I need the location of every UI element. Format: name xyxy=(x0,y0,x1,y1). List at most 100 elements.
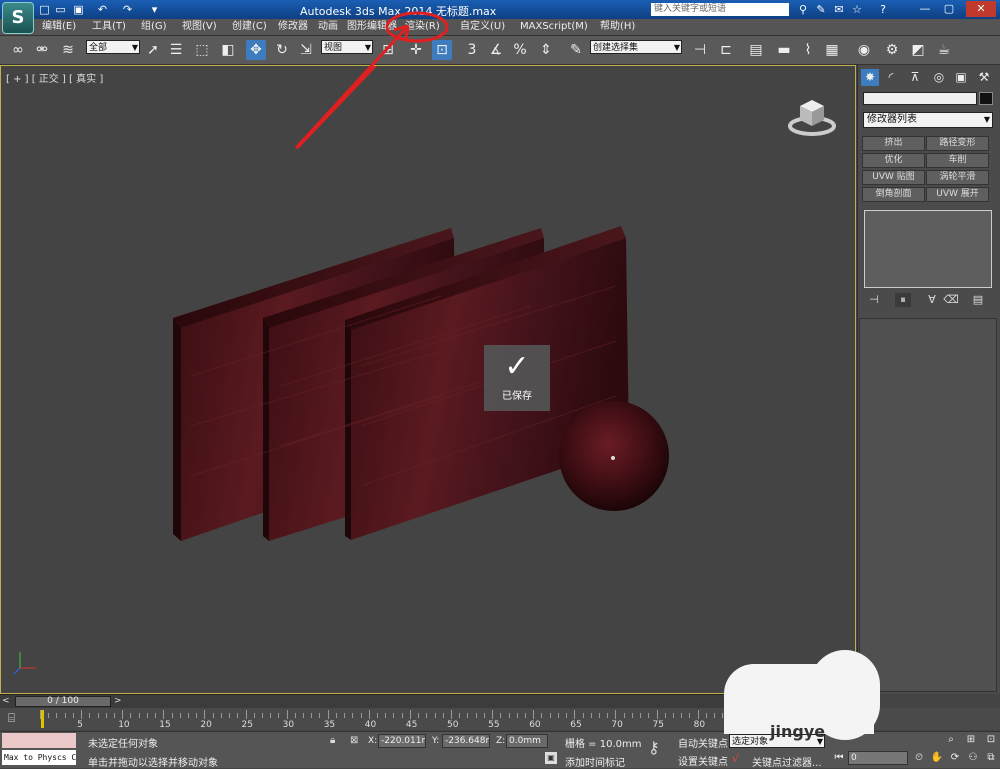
mini-curve-editor-icon[interactable]: ⌸ xyxy=(8,711,15,726)
motion-tab-icon[interactable]: ◎ xyxy=(930,69,948,86)
time-cursor[interactable] xyxy=(41,710,44,728)
configure-modifier-sets-icon[interactable]: ▤ xyxy=(970,293,986,307)
subscription-icon[interactable]: ✎ xyxy=(814,3,828,16)
select-by-name-icon[interactable]: ☰ xyxy=(166,40,186,60)
selection-filter-dropdown[interactable]: 全部 ▼ xyxy=(86,40,140,54)
app-logo-icon[interactable]: S xyxy=(2,2,34,34)
graphite-ribbon-icon[interactable]: ▬ xyxy=(774,40,794,60)
rendered-frame-window-icon[interactable]: ◩ xyxy=(908,40,928,60)
redo-icon[interactable]: ↷ xyxy=(121,3,134,16)
modifier-path-deform-button[interactable]: 路径变形 xyxy=(926,136,989,151)
binoculars-icon[interactable]: ⚲ xyxy=(796,3,810,16)
edit-named-selection-icon[interactable]: ✎ xyxy=(566,40,586,60)
render-teapot-icon[interactable]: ☕ xyxy=(934,40,954,60)
angle-snap-icon[interactable]: ∡ xyxy=(486,40,506,60)
help-icon[interactable]: ? xyxy=(876,3,890,16)
orbit-icon[interactable]: ⟳ xyxy=(948,751,962,765)
transform-mode-icon[interactable]: ⊠ xyxy=(350,735,358,746)
named-selection-dropdown[interactable]: 创建选择集 ▼ xyxy=(590,40,682,54)
add-time-tag-icon[interactable]: ▣ xyxy=(545,752,557,764)
wood-sphere[interactable] xyxy=(559,401,669,511)
snaps-toggle-icon[interactable]: 3 xyxy=(462,40,482,60)
new-file-icon[interactable]: □ xyxy=(38,3,51,16)
pin-stack-icon[interactable]: ⊣ xyxy=(866,293,882,307)
menu-group[interactable]: 组(G) xyxy=(141,19,167,35)
time-next-icon[interactable]: > xyxy=(114,696,122,706)
show-end-result-icon[interactable]: ⏸ xyxy=(895,293,911,307)
communication-icon[interactable]: ✉ xyxy=(832,3,846,16)
favorites-icon[interactable]: ☆ xyxy=(850,3,864,16)
select-object-icon[interactable]: ➚ xyxy=(143,40,163,60)
undo-icon[interactable]: ↶ xyxy=(96,3,109,16)
modify-tab-icon[interactable]: ◜ xyxy=(882,69,900,86)
modifier-unwrap-uvw-button[interactable]: UVW 展开 xyxy=(926,187,989,202)
menu-customize[interactable]: 自定义(U) xyxy=(460,19,505,35)
go-to-start-icon[interactable]: ⏮ xyxy=(832,751,846,765)
display-tab-icon[interactable]: ▣ xyxy=(952,69,970,86)
viewcube-icon[interactable] xyxy=(786,92,838,138)
time-config-icon[interactable]: ⏲ xyxy=(912,751,926,765)
search-input[interactable]: 键入关键字或短语 xyxy=(651,3,789,16)
menu-edit[interactable]: 编辑(E) xyxy=(42,19,76,35)
menu-tools[interactable]: 工具(T) xyxy=(92,19,126,35)
selection-lock-icon[interactable]: 🔒︎ xyxy=(330,735,335,746)
x-coordinate-field[interactable]: -220.011m xyxy=(378,734,426,748)
menu-help[interactable]: 帮助(H) xyxy=(600,19,635,35)
link-icon[interactable]: ∞ xyxy=(8,40,28,60)
set-key-icon[interactable]: ⚷ xyxy=(648,738,660,757)
quick-access-dropdown-icon[interactable]: ▾ xyxy=(148,3,161,16)
unlink-icon[interactable]: ⚮ xyxy=(32,40,52,60)
modifier-stack[interactable] xyxy=(864,210,992,288)
select-and-rotate-icon[interactable]: ↻ xyxy=(272,40,292,60)
window-crossing-icon[interactable]: ◧ xyxy=(218,40,238,60)
layer-manager-icon[interactable]: ▤ xyxy=(746,40,766,60)
modifier-uvw-map-button[interactable]: UVW 贴图 xyxy=(862,170,925,185)
zoom-icon[interactable]: ⌕ xyxy=(944,733,958,747)
bind-space-warp-icon[interactable]: ≋ xyxy=(58,40,78,60)
time-prev-icon[interactable]: < xyxy=(2,696,10,706)
zoom-all-icon[interactable]: ⊞ xyxy=(964,733,978,747)
object-color-swatch[interactable] xyxy=(979,92,993,105)
make-unique-icon[interactable]: ∀ xyxy=(924,293,940,307)
modifier-extrude-button[interactable]: 挤出 xyxy=(862,136,925,151)
select-and-move-icon[interactable]: ✥ xyxy=(246,40,266,60)
time-slider-handle[interactable]: 0 / 100 xyxy=(15,696,111,707)
modifier-turbosmooth-button[interactable]: 涡轮平滑 xyxy=(926,170,989,185)
utilities-tab-icon[interactable]: ⚒ xyxy=(975,69,993,86)
current-frame-field[interactable]: 0 xyxy=(848,751,908,765)
y-coordinate-field[interactable]: -236.648m xyxy=(442,734,490,748)
set-key-button[interactable]: 设置关键点 xyxy=(678,753,728,768)
menu-create[interactable]: 创建(C) xyxy=(232,19,267,35)
maxscript-listener-input[interactable]: Max to Physcs C xyxy=(2,750,76,765)
menu-views[interactable]: 视图(V) xyxy=(182,19,217,35)
material-editor-icon[interactable]: ◉ xyxy=(854,40,874,60)
minimize-button[interactable]: — xyxy=(914,1,936,17)
modifier-lathe-button[interactable]: 车削 xyxy=(926,153,989,168)
maximize-button[interactable]: ▢ xyxy=(938,1,960,17)
create-tab-icon[interactable]: ✸ xyxy=(861,69,879,86)
walk-through-icon[interactable]: ⚇ xyxy=(966,751,980,765)
mirror-icon[interactable]: ⊣ xyxy=(690,40,710,60)
close-button[interactable]: ✕ xyxy=(966,1,996,17)
maxscript-listener-top[interactable] xyxy=(2,733,76,748)
open-file-icon[interactable]: ▭ xyxy=(54,3,67,16)
spinner-snap-icon[interactable]: ⇕ xyxy=(536,40,556,60)
z-coordinate-field[interactable]: 0.0mm xyxy=(506,734,548,748)
object-name-field[interactable] xyxy=(863,92,977,105)
schematic-view-icon[interactable]: ▦ xyxy=(822,40,842,60)
menu-maxscript[interactable]: MAXScript(M) xyxy=(520,19,588,35)
modifier-bevel-profile-button[interactable]: 倒角剖面 xyxy=(862,187,925,202)
curve-editor-icon[interactable]: ⌇ xyxy=(798,40,818,60)
percent-snap-icon[interactable]: % xyxy=(510,40,530,60)
pan-view-icon[interactable]: ✋ xyxy=(930,751,944,765)
align-icon[interactable]: ⊏ xyxy=(716,40,736,60)
rectangular-selection-icon[interactable]: ⬚ xyxy=(192,40,212,60)
auto-key-button[interactable]: 自动关键点 xyxy=(678,735,728,750)
hierarchy-tab-icon[interactable]: ⊼ xyxy=(906,69,924,86)
modifier-list-dropdown[interactable]: 修改器列表 ▼ xyxy=(863,112,993,128)
modifier-optimize-button[interactable]: 优化 xyxy=(862,153,925,168)
render-setup-icon[interactable]: ⚙ xyxy=(882,40,902,60)
remove-modifier-icon[interactable]: ⌫ xyxy=(943,293,959,307)
maximize-viewport-icon[interactable]: ⧉ xyxy=(984,751,998,765)
zoom-extents-icon[interactable]: ⊡ xyxy=(984,733,998,747)
